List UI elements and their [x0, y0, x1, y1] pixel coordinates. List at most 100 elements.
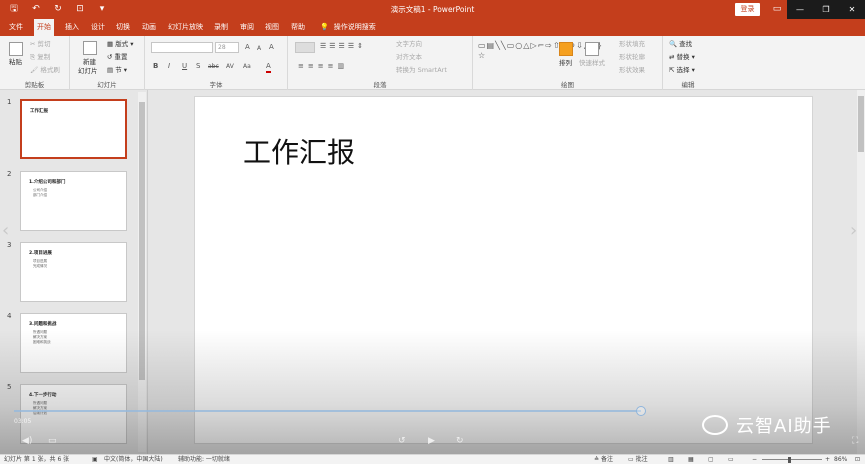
tab-home[interactable]: 开始 — [34, 19, 54, 36]
bold-button[interactable]: B — [153, 62, 158, 71]
spelling-icon[interactable]: ▣ — [92, 455, 98, 464]
zoom-slider-handle[interactable] — [788, 457, 791, 463]
shrink-font-button[interactable]: A — [257, 44, 261, 53]
fullscreen-icon[interactable]: ⛶ — [852, 436, 858, 446]
forward-icon[interactable]: ↻ — [456, 436, 464, 446]
replace-button[interactable]: ⇄ 替换 ▾ — [669, 53, 695, 62]
clear-format-button[interactable]: A — [269, 43, 274, 52]
normal-view-icon[interactable]: ▥ — [668, 455, 674, 464]
slide-sorter-icon[interactable]: ▦ — [688, 455, 694, 464]
tab-help[interactable]: 帮助 — [288, 19, 308, 36]
slideshow-view-icon[interactable]: ▭ — [728, 455, 734, 464]
bullets-button[interactable] — [295, 42, 315, 53]
list-format-buttons[interactable]: ☰☰☰☰⇕ — [320, 42, 366, 51]
slide-number: 2 — [7, 170, 12, 178]
notes-label: 备注 — [600, 456, 613, 463]
zoom-in-button[interactable]: + — [825, 455, 830, 464]
section-button[interactable]: ▤ 节 ▾ — [107, 66, 127, 75]
slides-group-label: 幻灯片 — [97, 81, 117, 89]
tab-insert[interactable]: 插入 — [62, 19, 82, 36]
new-slide-label: 幻灯片 — [78, 67, 98, 75]
tab-design[interactable]: 设计 — [88, 19, 108, 36]
thumbnail-bullet: 部门介绍 — [33, 193, 47, 197]
restore-button[interactable]: ❐ — [813, 0, 839, 19]
minimize-button[interactable]: — — [787, 0, 813, 19]
login-button[interactable]: 登录 — [735, 3, 760, 16]
format-painter-label: 格式刷 — [40, 66, 60, 74]
zoom-out-button[interactable]: − — [752, 455, 757, 464]
layout-button[interactable]: ▦ 版式 ▾ — [107, 40, 134, 49]
char-spacing-button[interactable]: AV — [226, 62, 234, 71]
font-color-button[interactable]: A — [266, 62, 271, 73]
chevron-left-icon[interactable]: ‹ — [2, 220, 9, 241]
video-progress-bar[interactable] — [14, 410, 641, 412]
zoom-slider[interactable] — [762, 459, 822, 460]
comments-button[interactable]: ▭ 批注 — [628, 455, 648, 464]
shadow-button[interactable]: S — [196, 62, 200, 71]
video-progress-handle[interactable] — [636, 406, 646, 416]
shape-fill-button[interactable]: 形状填充 — [619, 40, 645, 49]
arrange-button[interactable]: 排列 — [559, 59, 572, 68]
tab-record[interactable]: 录制 — [211, 19, 231, 36]
align-text-button[interactable]: 对齐文本 — [396, 53, 422, 62]
paragraph-group: ☰☰☰☰⇕ ≡≡≡≡▥ 文字方向 对齐文本 转换为 SmartArt 段落 — [288, 36, 473, 90]
clipboard-group-label: 剪贴板 — [24, 81, 45, 89]
smartart-button[interactable]: 转换为 SmartArt — [396, 66, 447, 75]
volume-icon[interactable]: ◀) — [22, 436, 32, 446]
paste-button[interactable]: 粘贴 — [9, 58, 22, 67]
strikethrough-button[interactable]: abc — [208, 62, 219, 71]
slide-title[interactable]: 工作汇报 — [243, 131, 355, 171]
shapes-gallery[interactable]: ▭▤╲╲▭○△▷⌐⇨⇧↺↻⇩△{}☆ — [478, 41, 602, 71]
reading-view-icon[interactable]: ▢ — [708, 455, 714, 464]
fit-slide-icon[interactable]: ⊡ — [855, 455, 860, 464]
close-button[interactable]: ✕ — [839, 0, 865, 19]
wechat-logo-icon — [702, 415, 728, 435]
tab-file[interactable]: 文件 — [6, 19, 26, 36]
ribbon-tabs: 文件 开始 插入 设计 切换 动画 幻灯片放映 录制 审阅 视图 帮助 💡 操作… — [0, 19, 865, 36]
tab-animations[interactable]: 动画 — [139, 19, 159, 36]
language-status[interactable]: 中文(简体，中国大陆) — [104, 455, 163, 464]
tab-review[interactable]: 审阅 — [237, 19, 257, 36]
zoom-level[interactable]: 86% — [834, 455, 847, 464]
find-button[interactable]: 🔍 查找 — [669, 40, 692, 49]
align-buttons[interactable]: ≡≡≡≡▥ — [298, 62, 348, 71]
layout-label: 版式 — [115, 40, 129, 48]
slide-thumbnail-3[interactable]: 2.项目进展 项目进展 完成情况 — [20, 242, 127, 302]
font-size-input[interactable]: 28 — [215, 42, 239, 53]
editor-scrollbar-thumb[interactable] — [858, 96, 864, 152]
grow-font-button[interactable]: A — [245, 43, 250, 52]
notes-button[interactable]: ≙ 备注 — [594, 455, 613, 464]
slide-count-status: 幻灯片 第 1 张，共 6 张 — [4, 456, 70, 463]
select-button[interactable]: ⇱ 选择 ▾ — [669, 66, 695, 75]
rewind-icon[interactable]: ↺ — [398, 436, 406, 446]
new-slide-button[interactable]: 新建 — [83, 58, 96, 67]
tell-me-search[interactable]: 💡 操作说明搜索 — [320, 19, 376, 36]
caption-icon[interactable]: ▭ — [48, 436, 57, 446]
accessibility-status[interactable]: 辅助功能: 一切就绪 — [178, 455, 230, 464]
copy-button[interactable]: ⎘ 复制 — [30, 53, 50, 62]
shape-outline-button[interactable]: 形状轮廓 — [619, 53, 645, 62]
underline-button[interactable]: U — [182, 62, 187, 71]
tab-view[interactable]: 视图 — [262, 19, 282, 36]
comments-label: 批注 — [635, 456, 648, 463]
title-bar: 🖫 ↶ ↻ ⊡ ▾ 演示文稿1 - PowerPoint 登录 ▭ — ❐ ✕ — [0, 0, 865, 19]
cut-button[interactable]: ✂ 剪切 — [30, 40, 51, 49]
play-icon[interactable]: ▶ — [428, 436, 435, 446]
italic-button[interactable]: I — [168, 62, 170, 71]
ribbon-display-icon[interactable]: ▭ — [770, 3, 784, 15]
slide-thumbnail-1[interactable]: 工作汇报 — [20, 99, 127, 159]
select-label: 选择 — [676, 66, 690, 74]
arrange-icon — [559, 42, 573, 56]
slide-thumbnail-2[interactable]: 1.介绍公司和部门 公司介绍 部门介绍 — [20, 171, 127, 231]
change-case-button[interactable]: Aa — [243, 62, 251, 71]
font-name-input[interactable] — [151, 42, 213, 53]
format-painter-button[interactable]: 🖌 格式刷 — [30, 66, 60, 75]
tab-transitions[interactable]: 切换 — [113, 19, 133, 36]
tab-slideshow[interactable]: 幻灯片放映 — [165, 19, 206, 36]
quick-styles-button[interactable]: 快速样式 — [579, 59, 605, 68]
replace-label: 替换 — [676, 53, 690, 61]
section-label: 节 — [115, 66, 122, 74]
reset-button[interactable]: ↺ 重置 — [107, 53, 128, 62]
text-direction-button[interactable]: 文字方向 — [396, 40, 422, 49]
shape-effects-button[interactable]: 形状效果 — [619, 66, 645, 75]
